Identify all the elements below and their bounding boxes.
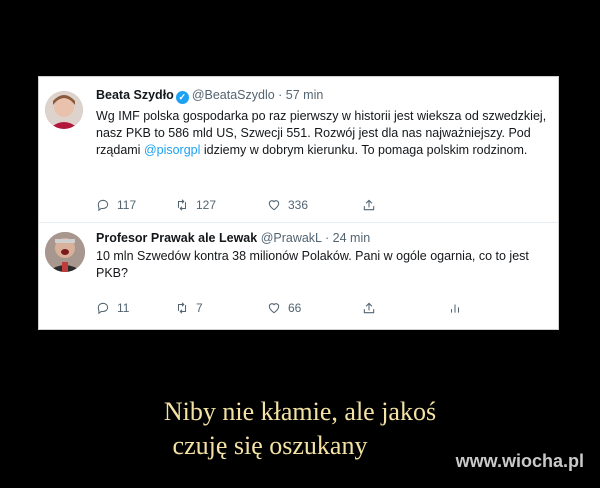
like-button[interactable]: 66 [267,301,362,315]
reply-button[interactable]: 117 [96,198,175,212]
retweet-button[interactable]: 7 [175,301,267,315]
share-icon [363,302,375,314]
tweet-screenshot: Beata Szydło ✓ @BeataSzydlo · 57 min Wg IM… [38,76,559,330]
retweet-icon [177,302,187,314]
site-watermark: www.wiocha.pl [455,451,584,471]
tweet-actions: 11 7 66 [96,301,469,315]
avatar[interactable] [45,232,85,272]
caption-line: Niby nie kłamie, ale jakoś [163,397,437,426]
retweet-icon [177,199,187,211]
share-icon [363,199,375,211]
analytics-button[interactable] [448,301,469,315]
author-name[interactable]: Profesor Prawak ale Lewak [96,231,257,245]
heart-icon [268,303,280,314]
author-handle[interactable]: @BeataSzydlo [192,88,275,102]
heart-icon [268,200,280,211]
tweet-text: 10 mln Szwedów kontra 38 milionów Polakó… [96,249,529,280]
tweet-time: · 24 min [325,231,371,245]
author-name[interactable]: Beata Szydło [96,88,174,102]
reply-icon [97,199,109,212]
like-button[interactable]: 336 [267,198,362,212]
verified-badge-icon: ✓ [175,91,189,104]
avatar[interactable] [45,91,83,129]
divider [39,222,558,223]
retweet-button[interactable]: 127 [175,198,267,212]
tweet-actions: 117 127 336 [96,198,383,212]
share-button[interactable] [362,198,383,212]
tweet-text: Wg IMF polska gospodarka po raz pierwszy… [96,109,547,157]
tweet-time: · 57 min [278,88,324,102]
reply-icon [97,302,109,315]
tweet-header: Beata Szydło ✓ @BeataSzydlo · 57 min [96,87,550,104]
author-handle[interactable]: @PrawakL [261,231,322,245]
reply-button[interactable]: 11 [96,301,175,315]
share-button[interactable] [362,301,448,315]
tweet-header: Profesor Prawak ale Lewak @PrawakL · 24 … [96,230,550,246]
mention-link[interactable]: @pisorgpl [144,143,200,157]
analytics-icon [450,304,460,313]
